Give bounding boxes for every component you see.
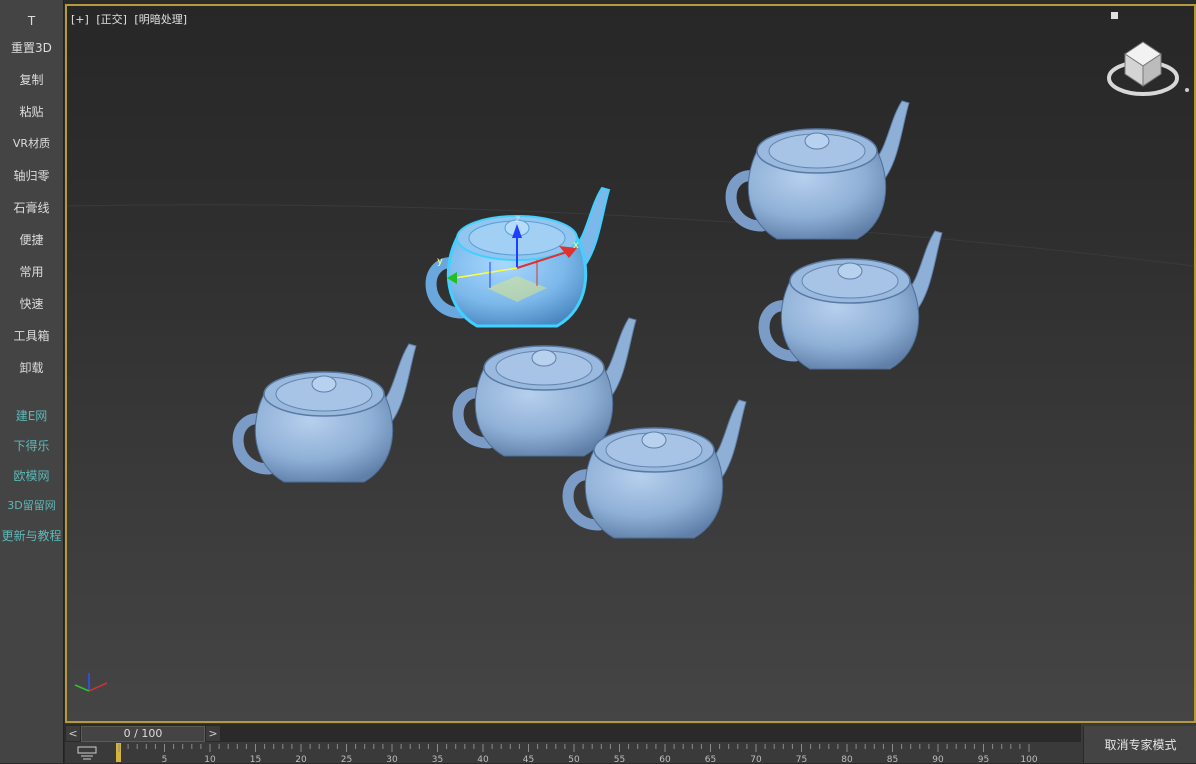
- timeline-tick-label: 10: [204, 755, 216, 763]
- svg-text:x: x: [573, 240, 579, 251]
- timeline-tick-label: 100: [1020, 755, 1037, 763]
- scene-canvas[interactable]: z x y: [67, 6, 1194, 721]
- exit-expert-mode-button[interactable]: 取消专家模式: [1083, 726, 1196, 763]
- time-slider[interactable]: < 0 / 100 >: [65, 724, 1081, 742]
- timeline-tick-label: 80: [841, 755, 853, 763]
- teapot-object[interactable]: [238, 344, 416, 482]
- link-3d-liuliu-wang[interactable]: 3D留留网: [0, 495, 63, 517]
- teapot-object[interactable]: [764, 231, 942, 369]
- svg-text:y: y: [437, 256, 443, 267]
- toolbar-vr-material-button[interactable]: VR材质: [0, 133, 63, 155]
- toolbar-copy-button[interactable]: 复制: [0, 69, 63, 91]
- toolbar-uninstall-button[interactable]: 卸载: [0, 357, 63, 379]
- world-axis-tripod: [74, 673, 108, 692]
- home-icon[interactable]: [1111, 12, 1118, 19]
- toolbar-convenient-button[interactable]: 便捷: [0, 229, 63, 251]
- toolbar-common-button[interactable]: 常用: [0, 261, 63, 283]
- timeline-tick-label: 5: [162, 755, 168, 763]
- perspective-viewport[interactable]: [+] [正交] [明暗处理] z x y: [65, 4, 1196, 723]
- timeline-tick-label: 70: [750, 755, 762, 763]
- timeline-tick-label: 25: [341, 755, 352, 763]
- timeline-tick-label: 65: [705, 755, 716, 763]
- timeline-tick-label: 20: [295, 755, 307, 763]
- track-bar-icon[interactable]: [77, 745, 97, 761]
- view-cube[interactable]: [1107, 41, 1189, 96]
- toolbar-reset-3d-button[interactable]: 重置3D: [0, 37, 63, 59]
- timeline-tick-label: 60: [659, 755, 671, 763]
- previous-frame-button[interactable]: <: [66, 726, 80, 741]
- link-oumo-wang[interactable]: 欧模网: [0, 465, 63, 487]
- timeline-tick-label: 55: [614, 755, 625, 763]
- timeline-tick-label: 85: [887, 755, 898, 763]
- timeline-tick-label: 50: [568, 755, 580, 763]
- toolbar-paste-button[interactable]: 粘贴: [0, 101, 63, 123]
- timeline-ruler[interactable]: 5 10 15 20 25 30 35 40 45 50 55 60 65 70 75 80 85 90 95 100: [111, 742, 1086, 763]
- timeline-tick-label: 75: [796, 755, 807, 763]
- timeline-tick-label: 90: [932, 755, 944, 763]
- timeline-tick-label: 15: [250, 755, 261, 763]
- toolbar-quick-button[interactable]: 快速: [0, 293, 63, 315]
- link-updates-tutorials[interactable]: 更新与教程: [0, 525, 63, 547]
- link-xiadele[interactable]: 下得乐: [0, 435, 63, 457]
- timeline-tick-label: 45: [523, 755, 534, 763]
- svg-text:z: z: [515, 214, 520, 225]
- time-slider-panel: < 0 / 100 > 5 10 15 20 25 30 35 40 45 50 55 60 65 70 7…: [65, 723, 1196, 763]
- toolbar-toolbox-button[interactable]: 工具箱: [0, 325, 63, 347]
- link-jiane-wang[interactable]: 建E网: [0, 405, 63, 427]
- next-frame-button[interactable]: >: [206, 726, 220, 741]
- timeline-tick-label: 40: [477, 755, 489, 763]
- timeline-tick-label: 95: [978, 755, 989, 763]
- timeline-tick-label: 35: [432, 755, 443, 763]
- toolbar-text-button[interactable]: T: [0, 10, 63, 32]
- toolbar-axis-zero-button[interactable]: 轴归零: [0, 165, 63, 187]
- left-toolbar: T 重置3D 复制 粘贴 VR材质 轴归零 石膏线 便捷 常用 快速 工具箱 卸…: [0, 0, 64, 763]
- timeline-tick-label: 30: [386, 755, 398, 763]
- time-slider-thumb[interactable]: 0 / 100: [81, 726, 205, 742]
- toolbar-plaster-line-button[interactable]: 石膏线: [0, 197, 63, 219]
- teapot-object[interactable]: [731, 101, 909, 239]
